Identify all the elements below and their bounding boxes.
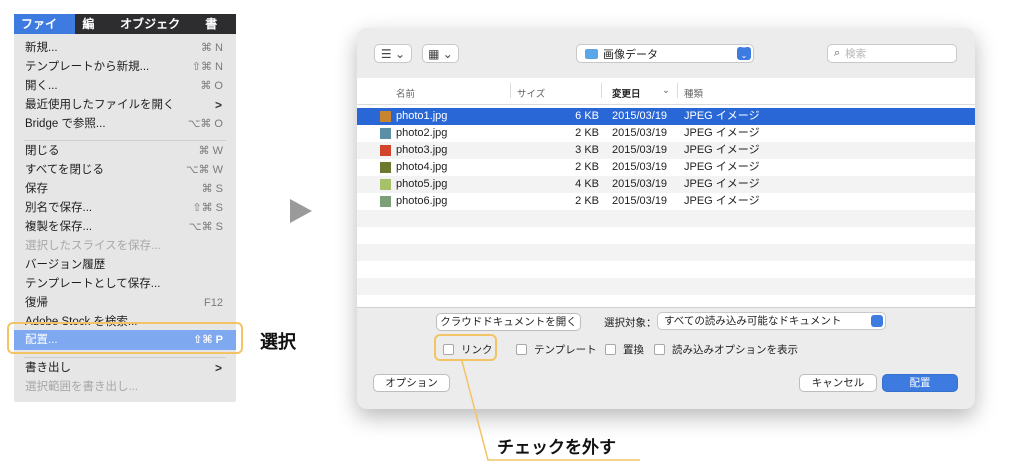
callout-line: [461, 360, 640, 461]
uncheck-annotation-label: チェックを外す: [497, 438, 616, 457]
